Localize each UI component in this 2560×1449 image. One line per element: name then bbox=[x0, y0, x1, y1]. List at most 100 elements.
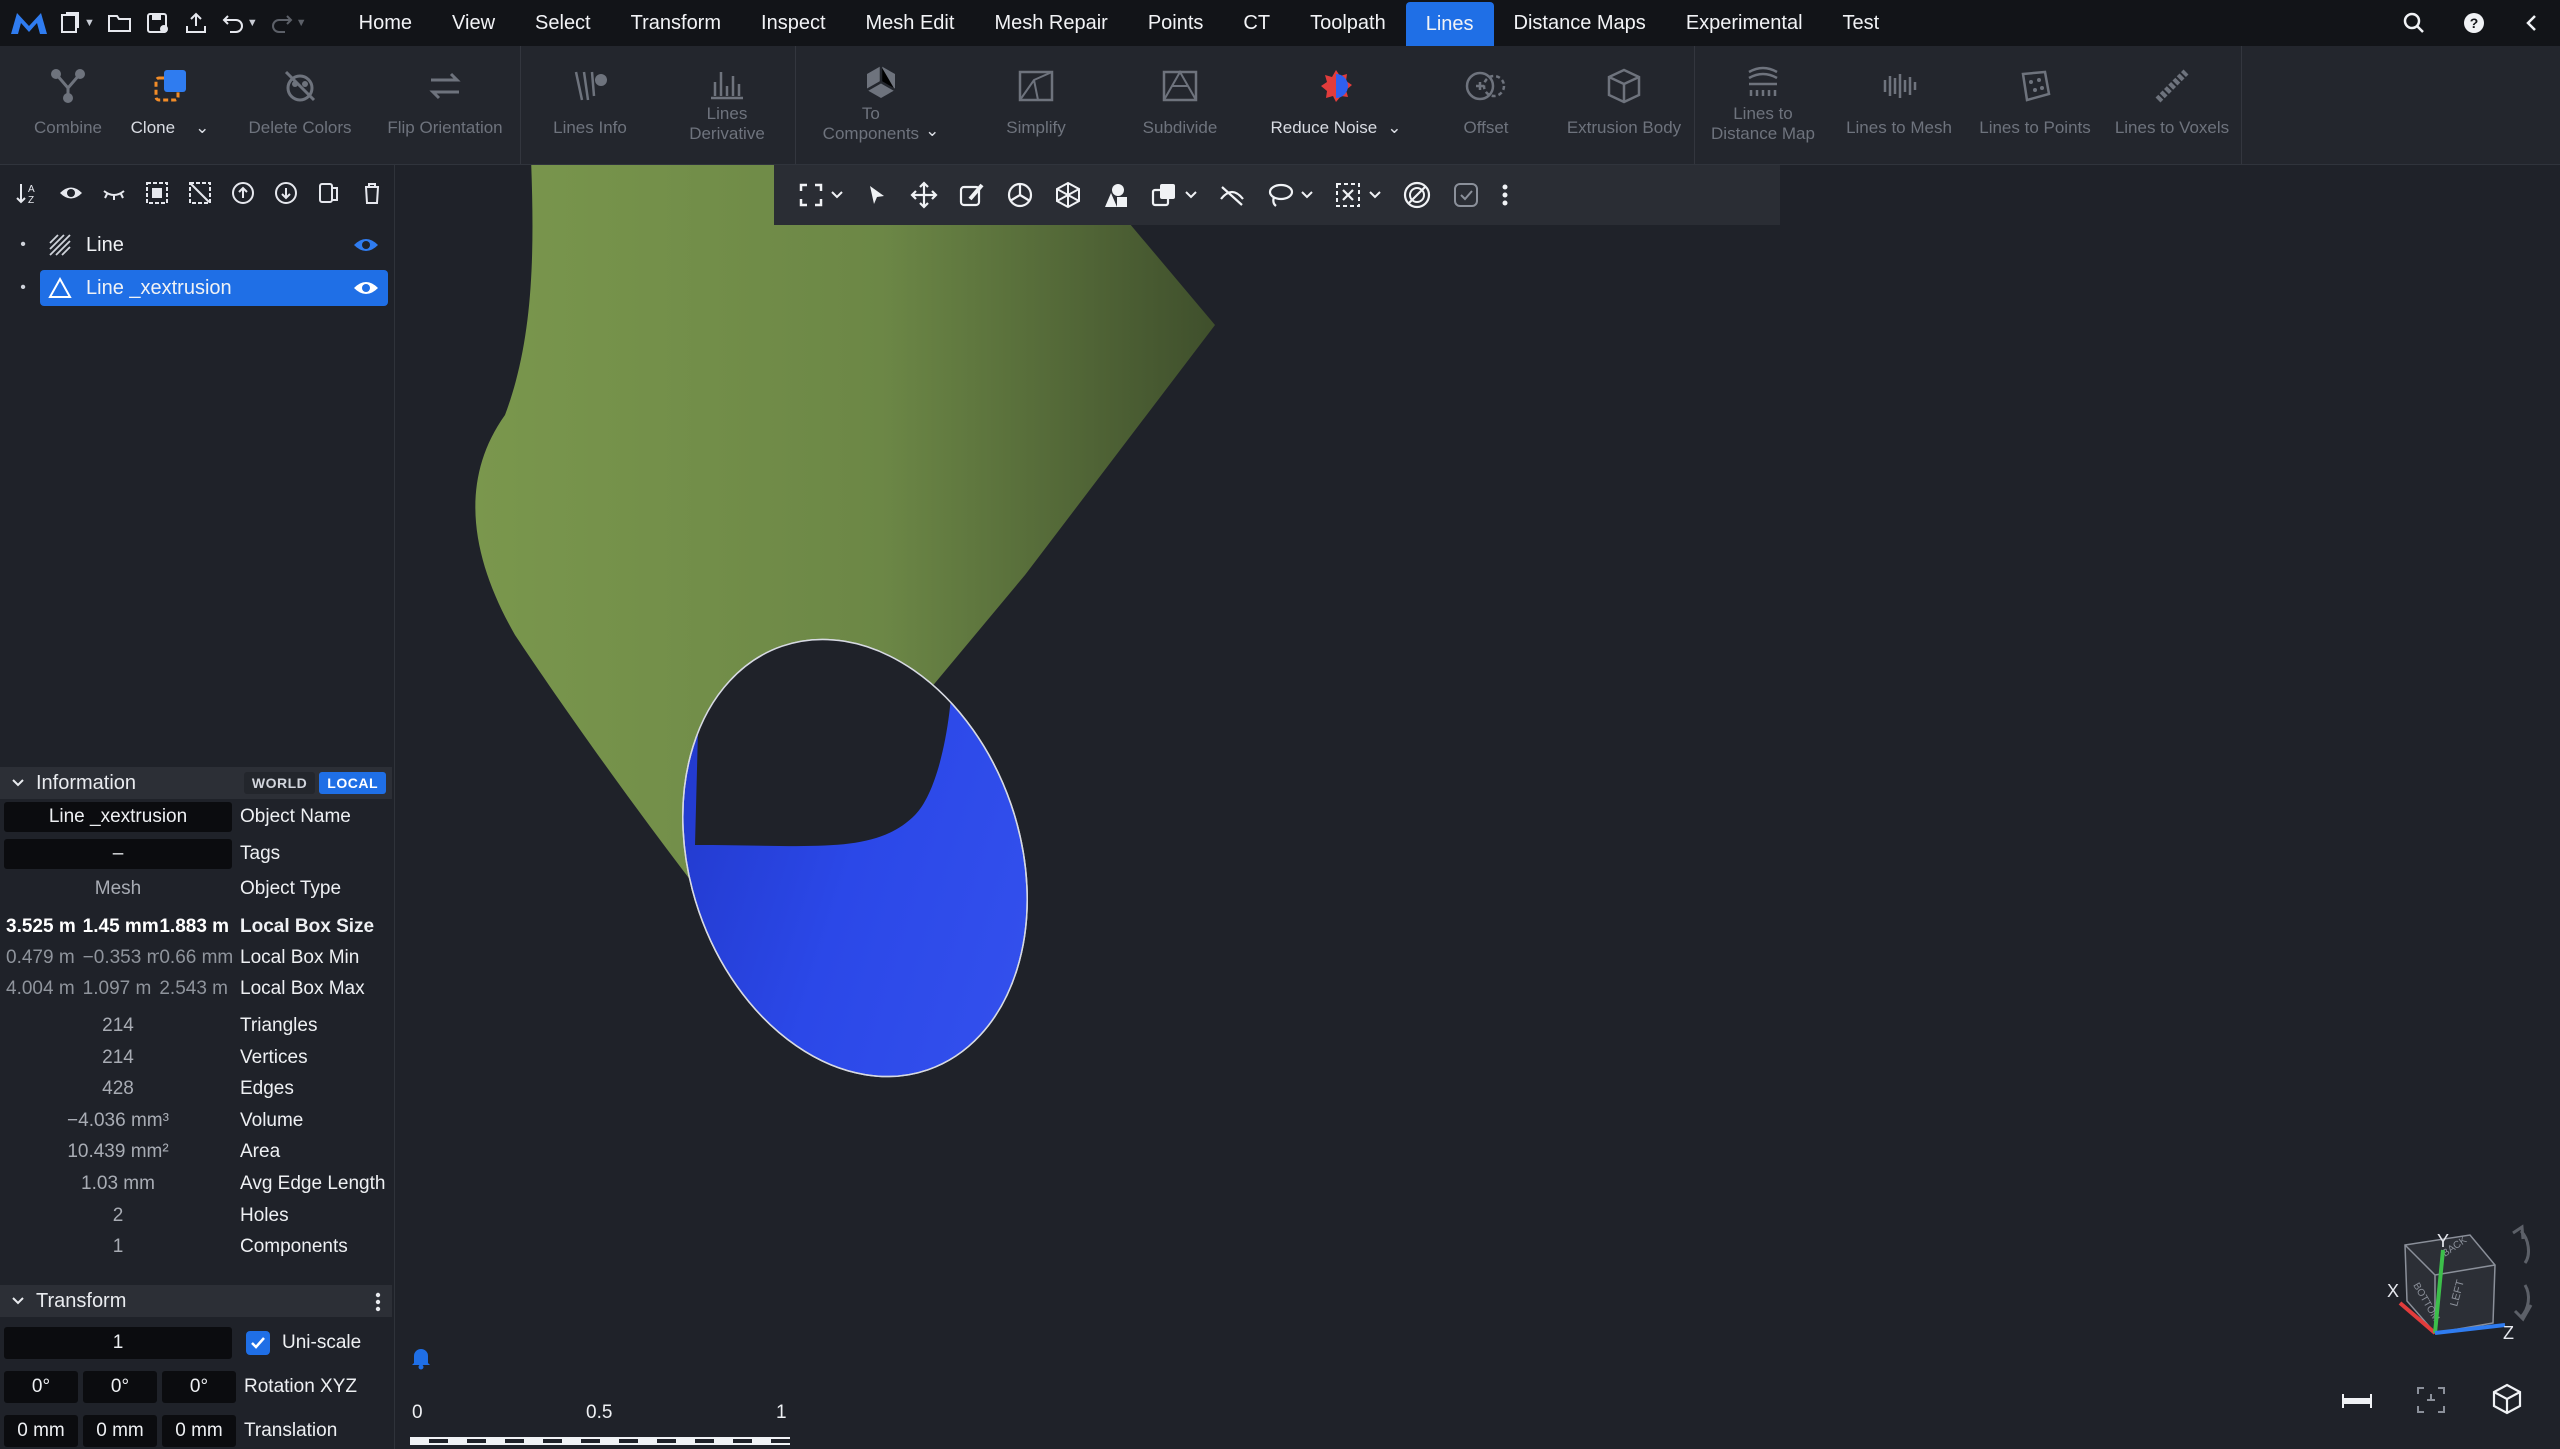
help-button[interactable]: ? bbox=[2444, 0, 2504, 46]
translation-x-field[interactable]: 0 mm bbox=[4, 1415, 78, 1447]
delete-colors-button[interactable]: Delete Colors bbox=[230, 46, 370, 164]
search-button[interactable] bbox=[2384, 0, 2444, 46]
tags-field[interactable]: – bbox=[4, 839, 232, 869]
move-tool-button[interactable] bbox=[900, 173, 948, 217]
chevron-down-icon[interactable]: ⌄ bbox=[925, 121, 939, 141]
lines-to-mesh-button[interactable]: Lines to Mesh bbox=[1831, 46, 1967, 164]
measure-button[interactable] bbox=[2340, 1390, 2374, 1412]
save-button[interactable] bbox=[139, 0, 177, 46]
mesh-select-button[interactable] bbox=[1044, 173, 1092, 217]
transform-header[interactable]: Transform bbox=[0, 1285, 392, 1317]
tab-lines[interactable]: Lines bbox=[1405, 2, 1494, 46]
chevron-down-icon[interactable]: ⌄ bbox=[195, 118, 209, 138]
delete-object-button[interactable] bbox=[351, 173, 394, 213]
select-all-button[interactable] bbox=[135, 173, 178, 213]
tab-experimental[interactable]: Experimental bbox=[1666, 0, 1823, 46]
rotate-down-icon[interactable] bbox=[2513, 1284, 2533, 1322]
visibility-toggle[interactable] bbox=[344, 279, 388, 297]
undo-button[interactable]: ▼ bbox=[215, 0, 264, 46]
local-toggle[interactable]: LOCAL bbox=[319, 772, 386, 794]
duplicate-view-button[interactable] bbox=[1140, 173, 1208, 217]
rotation-z-field[interactable]: 0° bbox=[162, 1371, 236, 1403]
chevron-down-icon[interactable]: ⌄ bbox=[1387, 118, 1401, 138]
lines-info-button[interactable]: Lines Info bbox=[521, 46, 659, 164]
clone-button[interactable]: Clone ⌄ bbox=[110, 46, 230, 164]
translation-z-field[interactable]: 0 mm bbox=[162, 1415, 236, 1447]
object-select-button[interactable] bbox=[1092, 173, 1140, 217]
translation-y-field[interactable]: 0 mm bbox=[83, 1415, 157, 1447]
3d-viewport[interactable]: BACK BOTTOM LEFT X Y Z bbox=[395, 165, 2560, 1449]
subdivide-button[interactable]: Subdivide bbox=[1106, 46, 1254, 164]
tree-bullet: • bbox=[20, 236, 26, 253]
tab-select[interactable]: Select bbox=[515, 0, 611, 46]
object-name-field[interactable]: Line _xextrusion bbox=[4, 802, 232, 832]
tab-toolpath[interactable]: Toolpath bbox=[1290, 0, 1406, 46]
tab-distance-maps[interactable]: Distance Maps bbox=[1494, 0, 1666, 46]
view-cube[interactable]: BACK BOTTOM LEFT X Y Z bbox=[2325, 1205, 2545, 1405]
offset-button[interactable]: Offset bbox=[1418, 46, 1554, 164]
collapse-ribbon-button[interactable] bbox=[2504, 0, 2560, 46]
lasso-select-button[interactable] bbox=[1256, 173, 1324, 217]
move-icon bbox=[910, 181, 938, 209]
tab-ct[interactable]: CT bbox=[1223, 0, 1290, 46]
confirm-button[interactable] bbox=[1442, 173, 1490, 217]
hide-button[interactable] bbox=[1208, 173, 1256, 217]
information-header[interactable]: Information WORLD LOCAL bbox=[0, 767, 392, 799]
rotate-tool-button[interactable] bbox=[996, 173, 1044, 217]
flip-orientation-button[interactable]: Flip Orientation bbox=[370, 46, 520, 164]
uniscale-checkbox[interactable] bbox=[246, 1331, 270, 1355]
fit-view-button[interactable] bbox=[788, 173, 854, 217]
open-folder-button[interactable] bbox=[101, 0, 139, 46]
reduce-noise-button[interactable]: Reduce Noise ⌄ bbox=[1254, 46, 1418, 164]
to-components-button[interactable]: To Components ⌄ bbox=[796, 46, 966, 164]
lines-to-distance-map-button[interactable]: Lines to Distance Map bbox=[1695, 46, 1831, 164]
world-toggle[interactable]: WORLD bbox=[243, 772, 316, 794]
lines-derivative-button[interactable]: Lines Derivative bbox=[659, 46, 795, 164]
tab-test[interactable]: Test bbox=[1823, 0, 1900, 46]
export-button[interactable] bbox=[177, 0, 215, 46]
duplicate-object-button[interactable] bbox=[308, 173, 351, 213]
show-all-button[interactable] bbox=[49, 173, 92, 213]
view-mode-button[interactable] bbox=[2490, 1382, 2524, 1416]
select-tool-button[interactable] bbox=[854, 173, 900, 217]
tab-home[interactable]: Home bbox=[339, 0, 432, 46]
tree-item-line-xextrusion[interactable]: • Line _xextrusion bbox=[6, 269, 388, 307]
lines-to-voxels-button[interactable]: Lines to Voxels bbox=[2103, 46, 2241, 164]
tab-transform[interactable]: Transform bbox=[611, 0, 741, 46]
new-file-button[interactable]: ▼ bbox=[52, 0, 101, 46]
tube-model[interactable] bbox=[395, 165, 2560, 1449]
tab-points[interactable]: Points bbox=[1128, 0, 1224, 46]
upload-icon bbox=[185, 12, 206, 33]
deselect-all-button[interactable] bbox=[178, 173, 221, 213]
move-down-button[interactable] bbox=[265, 173, 308, 213]
tab-inspect[interactable]: Inspect bbox=[741, 0, 845, 46]
visibility-toggle[interactable] bbox=[344, 236, 388, 254]
notifications-button[interactable] bbox=[410, 1346, 432, 1370]
simplify-button[interactable]: Simplify bbox=[966, 46, 1106, 164]
extrusion-body-button[interactable]: Extrusion Body bbox=[1554, 46, 1694, 164]
more-vertical-icon[interactable] bbox=[374, 1291, 382, 1313]
svg-text:Z: Z bbox=[28, 195, 34, 206]
scale-field[interactable]: 1 bbox=[4, 1327, 232, 1359]
deselect-button[interactable] bbox=[1324, 173, 1392, 217]
fit-selection-button[interactable] bbox=[2414, 1384, 2448, 1416]
move-up-button[interactable] bbox=[222, 173, 265, 213]
combine-button[interactable]: Combine bbox=[26, 46, 110, 164]
tree-item-line[interactable]: • Line bbox=[6, 226, 388, 264]
tab-mesh-edit[interactable]: Mesh Edit bbox=[846, 0, 975, 46]
app-logo-icon[interactable] bbox=[6, 0, 52, 46]
svg-text:Z: Z bbox=[2503, 1323, 2514, 1343]
redo-button[interactable]: ▼ bbox=[264, 0, 313, 46]
tab-mesh-repair[interactable]: Mesh Repair bbox=[974, 0, 1127, 46]
tab-view[interactable]: View bbox=[432, 0, 515, 46]
lines-to-points-button[interactable]: Lines to Points bbox=[1967, 46, 2103, 164]
rotation-y-field[interactable]: 0° bbox=[83, 1371, 157, 1403]
sort-button[interactable]: AZ bbox=[6, 173, 49, 213]
paint-select-button[interactable] bbox=[948, 173, 996, 217]
rotate-up-icon[interactable] bbox=[2512, 1224, 2530, 1264]
more-options-button[interactable] bbox=[1490, 173, 1520, 217]
chevron-down-icon bbox=[1185, 191, 1197, 199]
clipping-button[interactable] bbox=[1392, 173, 1442, 217]
rotation-x-field[interactable]: 0° bbox=[4, 1371, 78, 1403]
hide-all-button[interactable] bbox=[92, 173, 135, 213]
